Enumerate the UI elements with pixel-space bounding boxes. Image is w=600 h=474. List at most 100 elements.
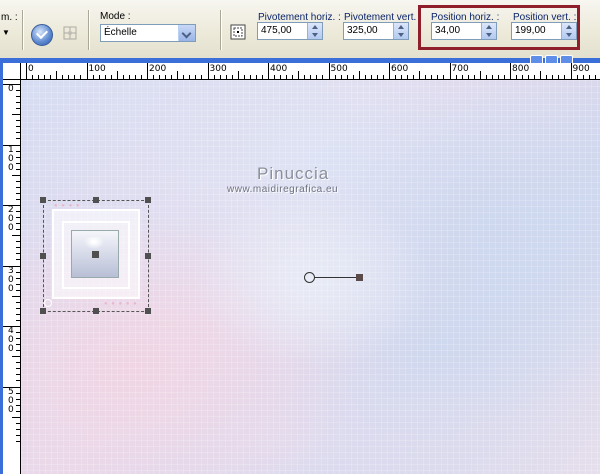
ruler-minor-tick: [576, 75, 578, 79]
image-canvas[interactable]: Pinuccia www.maidiregrafica.eu ● ● ● ● ●…: [21, 80, 600, 474]
ruler-minor-tick: [419, 71, 421, 79]
ruler-label: 3 0 0: [8, 265, 14, 294]
handle-bottom[interactable]: [93, 308, 99, 314]
ruler-minor-tick: [491, 75, 493, 79]
ruler-minor-tick: [274, 75, 276, 79]
ok-icon[interactable]: [31, 24, 53, 46]
ruler-vertical: 0 1 0 0 2 0 0 3 0 0 4 0 0 5 0 0: [3, 80, 21, 474]
ruler-minor-tick: [280, 75, 282, 79]
ruler-minor-tick: [16, 126, 20, 128]
ruler-minor-tick: [16, 380, 20, 382]
ruler-minor-tick: [558, 75, 560, 79]
ruler-minor-tick: [16, 223, 20, 225]
pivot-h-spinner[interactable]: 475,00: [257, 22, 323, 40]
ruler-minor-tick: [225, 75, 227, 79]
handle-top-right[interactable]: [145, 197, 151, 203]
ruler-minor-tick: [98, 75, 100, 79]
ruler-minor-tick: [382, 75, 384, 79]
ruler-minor-tick: [16, 186, 20, 188]
ruler-minor-tick: [128, 75, 130, 79]
ruler-minor-tick: [16, 168, 20, 170]
grid-icon[interactable]: [62, 25, 78, 41]
ruler-minor-tick: [16, 259, 20, 261]
ruler-minor-tick: [16, 338, 20, 340]
ruler-minor-tick: [104, 75, 106, 79]
mode-select[interactable]: Échelle: [100, 24, 196, 42]
ruler-major-tick: [570, 63, 572, 79]
handle-top[interactable]: [93, 197, 99, 203]
separator: [220, 10, 222, 50]
ruler-minor-tick: [16, 362, 20, 364]
ruler-minor-tick: [68, 75, 70, 79]
handle-top-left[interactable]: [40, 197, 46, 203]
ruler-major-tick: [26, 63, 27, 79]
ruler-minor-tick: [310, 75, 312, 79]
ruler-minor-tick: [16, 332, 20, 334]
rotation-handle[interactable]: [356, 274, 363, 281]
ruler-minor-tick: [38, 75, 40, 79]
mode-value: Échelle: [104, 27, 137, 38]
ruler-minor-tick: [322, 75, 324, 79]
ruler-minor-tick: [16, 344, 20, 346]
deform-selection[interactable]: ● ● ● ● ● ● ● ● ●: [43, 200, 149, 312]
dropdown-arrow-icon[interactable]: ▼: [2, 28, 14, 40]
ruler-label: 600: [391, 64, 409, 74]
ruler-minor-tick: [219, 75, 221, 79]
ruler-label: 700: [451, 64, 469, 74]
ruler-minor-tick: [346, 75, 348, 79]
pivot-icon[interactable]: [230, 24, 246, 40]
handle-bottom-left[interactable]: [40, 308, 46, 314]
ruler-minor-tick: [304, 75, 306, 79]
handle-left[interactable]: [40, 253, 46, 259]
ruler-minor-tick: [503, 75, 505, 79]
ruler-minor-tick: [292, 75, 294, 79]
ruler-minor-tick: [437, 75, 439, 79]
ruler-minor-tick: [479, 71, 481, 79]
ruler-minor-tick: [171, 75, 173, 79]
ruler-minor-tick: [231, 75, 233, 79]
pivot-v-spinner[interactable]: 325,00: [343, 22, 409, 40]
spin-arrows-icon[interactable]: [307, 23, 322, 39]
ruler-minor-tick: [352, 75, 354, 79]
center-handle[interactable]: [92, 251, 99, 258]
ruler-minor-tick: [16, 428, 20, 430]
ruler-minor-tick: [195, 75, 197, 79]
ruler-minor-tick: [401, 75, 403, 79]
ruler-minor-tick: [134, 75, 136, 79]
ruler-label: 500: [330, 64, 348, 74]
ruler-minor-tick: [261, 75, 263, 79]
ruler-minor-tick: [243, 75, 245, 79]
ruler-minor-tick: [522, 75, 524, 79]
ruler-minor-tick: [443, 75, 445, 79]
ruler-minor-tick: [16, 319, 20, 321]
ruler-minor-tick: [16, 241, 20, 243]
ruler-minor-tick: [516, 75, 518, 79]
ruler-minor-tick: [540, 71, 542, 79]
ruler-minor-tick: [16, 217, 20, 219]
separator: [88, 10, 90, 50]
ruler-minor-tick: [16, 289, 20, 291]
pivot-v-value: 325,00: [347, 25, 378, 36]
pivot-h-value: 475,00: [261, 25, 292, 36]
rotation-point[interactable]: [44, 299, 52, 307]
ruler-minor-tick: [455, 75, 457, 79]
ruler-horizontal: 0 100 200 300 400 500 600 700 800 900: [21, 63, 600, 80]
ruler-minor-tick: [255, 75, 257, 79]
chevron-down-icon[interactable]: [178, 25, 195, 41]
ruler-minor-tick: [32, 75, 34, 79]
pivot-line: [314, 277, 358, 278]
ruler-label: 400: [270, 64, 288, 74]
ruler-minor-tick: [56, 71, 58, 79]
ruler-major-tick: [389, 63, 390, 79]
ruler-minor-tick: [395, 75, 397, 79]
spin-arrows-icon[interactable]: [393, 23, 408, 39]
ruler-minor-tick: [16, 440, 20, 442]
handle-right[interactable]: [145, 253, 151, 259]
handle-bottom-right[interactable]: [145, 308, 151, 314]
ruler-minor-tick: [16, 301, 20, 303]
ruler-minor-tick: [16, 211, 20, 213]
ruler-minor-tick: [16, 162, 20, 164]
ruler-minor-tick: [316, 75, 318, 79]
ruler-label: 1 0 0: [8, 144, 14, 173]
ruler-label: 5 0 0: [8, 386, 14, 415]
